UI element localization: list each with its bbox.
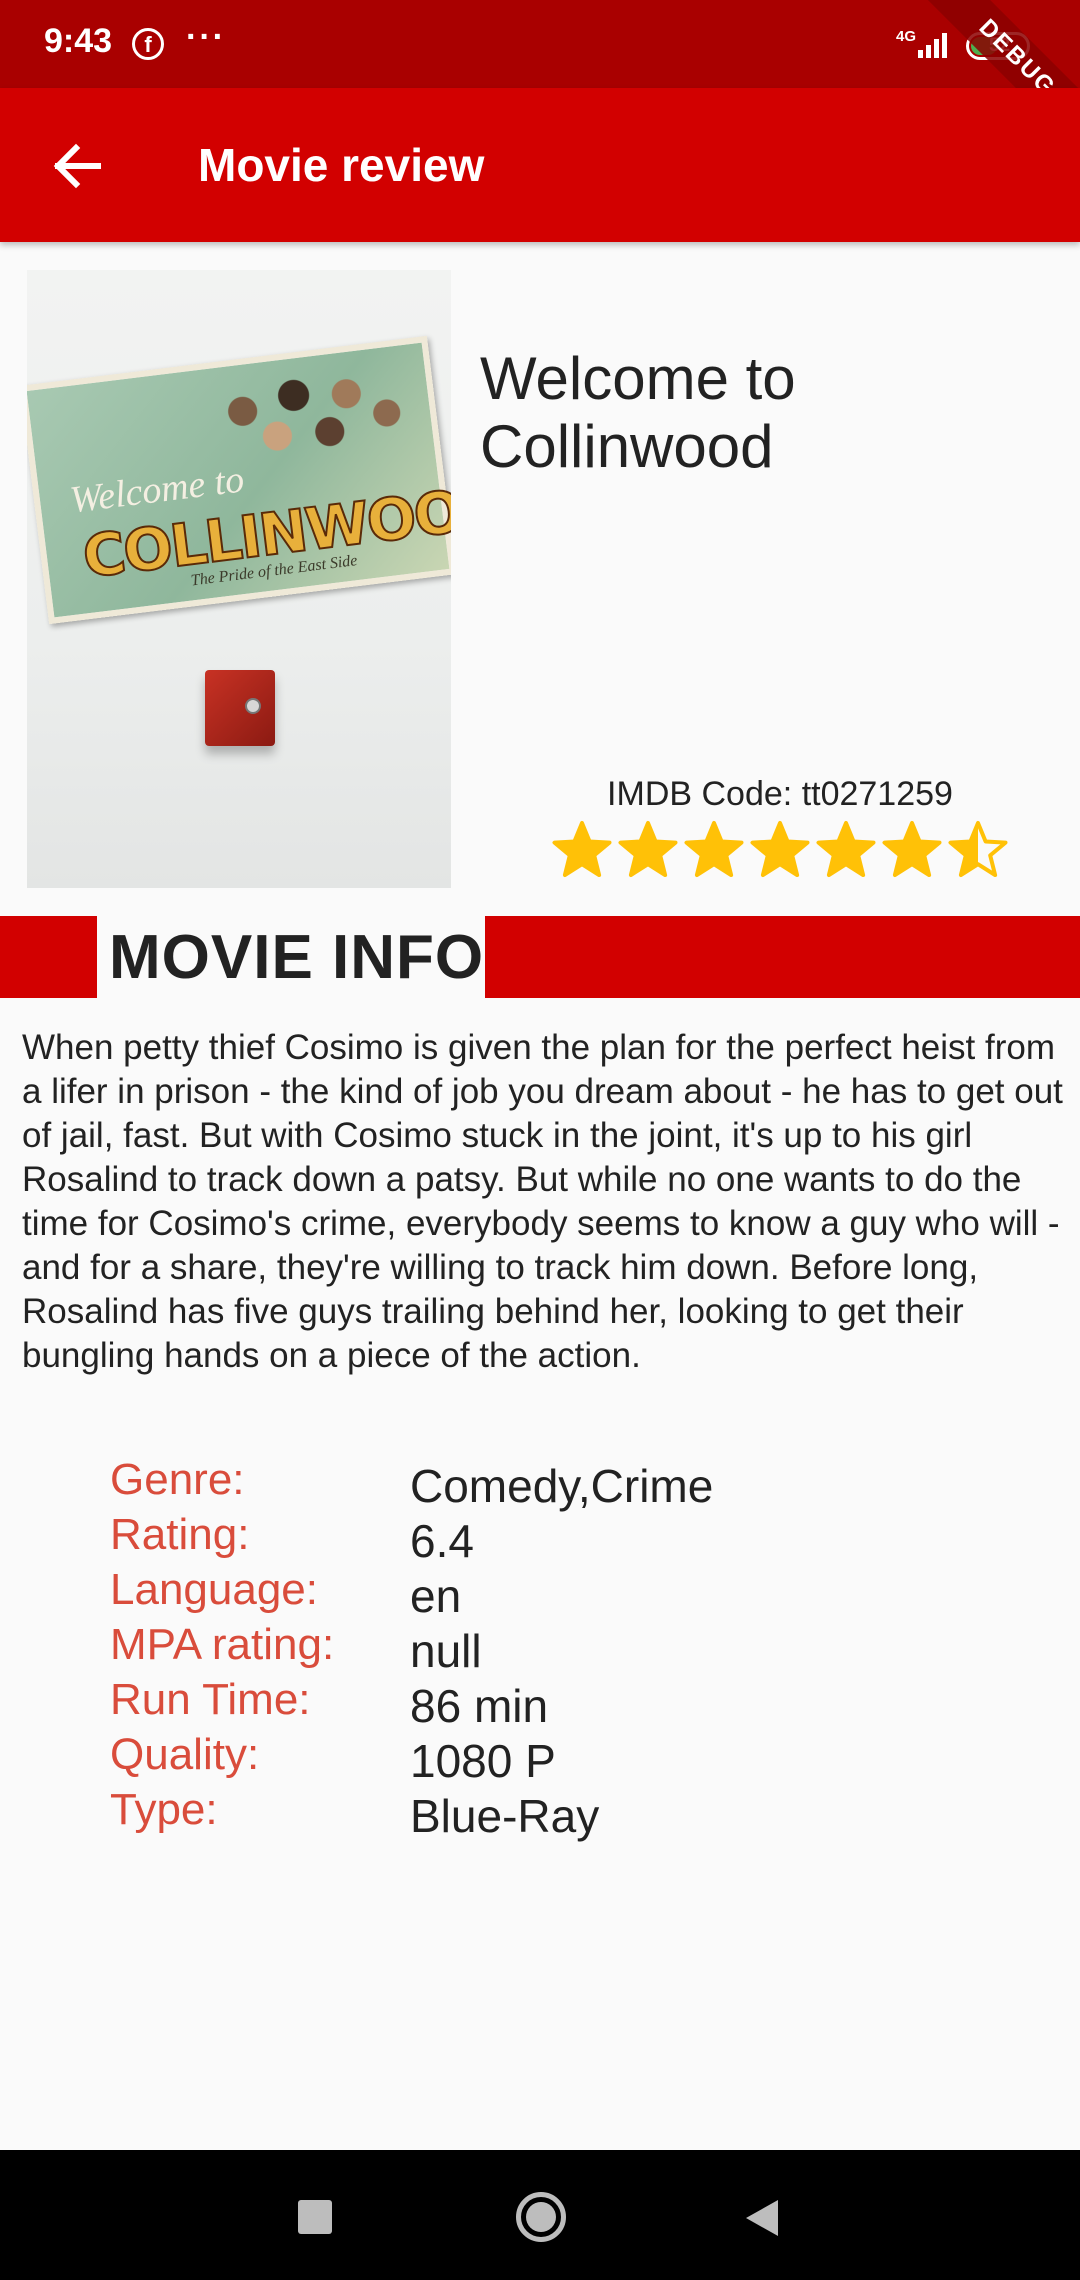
imdb-code: tt0271259	[801, 775, 953, 813]
star-full-icon	[816, 821, 876, 877]
star-full-icon	[882, 821, 942, 877]
poster-safe	[205, 670, 275, 746]
app-bar: Movie review	[0, 88, 1080, 242]
star-full-icon	[750, 821, 810, 877]
star-full-icon	[552, 821, 612, 877]
info-table: Genre: Comedy,Crime Rating: 6.4 Language: en M…	[110, 1455, 1010, 1842]
info-row: Type: Blue-Ray	[110, 1785, 1010, 1842]
star-rating	[552, 820, 1008, 880]
facebook-icon: f	[132, 28, 164, 60]
status-bar: 9:43 f ··· 4G 52 DEBUG	[0, 0, 1080, 155]
info-value: 1080 P	[410, 1735, 556, 1787]
movie-description: When petty thief Cosimo is given the pla…	[22, 1028, 1063, 1375]
info-row: Genre: Comedy,Crime	[110, 1455, 1010, 1512]
info-value: null	[410, 1625, 482, 1677]
info-label: Rating:	[110, 1510, 250, 1559]
poster-crowd	[196, 352, 417, 474]
info-value: 6.4	[410, 1515, 474, 1567]
info-value: 86 min	[410, 1680, 549, 1732]
poster-postcard: Welcome to COLLINWOOD The Pride of the E…	[27, 335, 451, 625]
signal-icon	[918, 33, 947, 58]
info-row: Run Time: 86 min	[110, 1675, 1010, 1732]
info-label: MPA rating:	[110, 1620, 335, 1669]
page-title: Movie review	[198, 139, 485, 191]
star-half-icon	[948, 821, 1008, 877]
info-value: en	[410, 1570, 462, 1622]
imdb-row: IMDB Code: tt0271259	[560, 775, 1000, 814]
info-value: Comedy,Crime	[410, 1460, 714, 1512]
info-label: Type:	[110, 1785, 218, 1834]
info-value: Blue-Ray	[410, 1790, 600, 1842]
info-row: Quality: 1080 P	[110, 1730, 1010, 1787]
info-label: Quality:	[110, 1730, 260, 1779]
status-time: 9:43	[44, 22, 113, 60]
star-full-icon	[618, 821, 678, 877]
movie-title: Welcome to Collinwood	[480, 345, 796, 480]
movie-poster: Welcome to COLLINWOOD The Pride of the E…	[27, 270, 451, 888]
triangle-back-icon[interactable]	[744, 2198, 780, 2238]
nav-bar	[0, 2150, 1080, 2280]
info-row: MPA rating: null	[110, 1620, 1010, 1677]
info-label: Run Time:	[110, 1675, 311, 1724]
star-full-icon	[684, 821, 744, 877]
section-title-box: MOVIE INFO	[97, 916, 485, 998]
info-label: Genre:	[110, 1455, 245, 1504]
circle-home-icon[interactable]	[516, 2192, 566, 2242]
info-row: Rating: 6.4	[110, 1510, 1010, 1567]
section-title: MOVIE INFO	[109, 923, 485, 992]
safe-dial	[245, 698, 261, 714]
square-icon[interactable]	[298, 2200, 332, 2234]
ellipsis-icon: ···	[186, 18, 226, 56]
imdb-label: IMDB Code:	[607, 775, 793, 813]
arrow-left-icon[interactable]	[40, 130, 112, 202]
info-label: Language:	[110, 1565, 318, 1614]
info-row: Language: en	[110, 1565, 1010, 1622]
network-label: 4G	[896, 28, 917, 45]
circle-home-inner	[526, 2202, 556, 2232]
